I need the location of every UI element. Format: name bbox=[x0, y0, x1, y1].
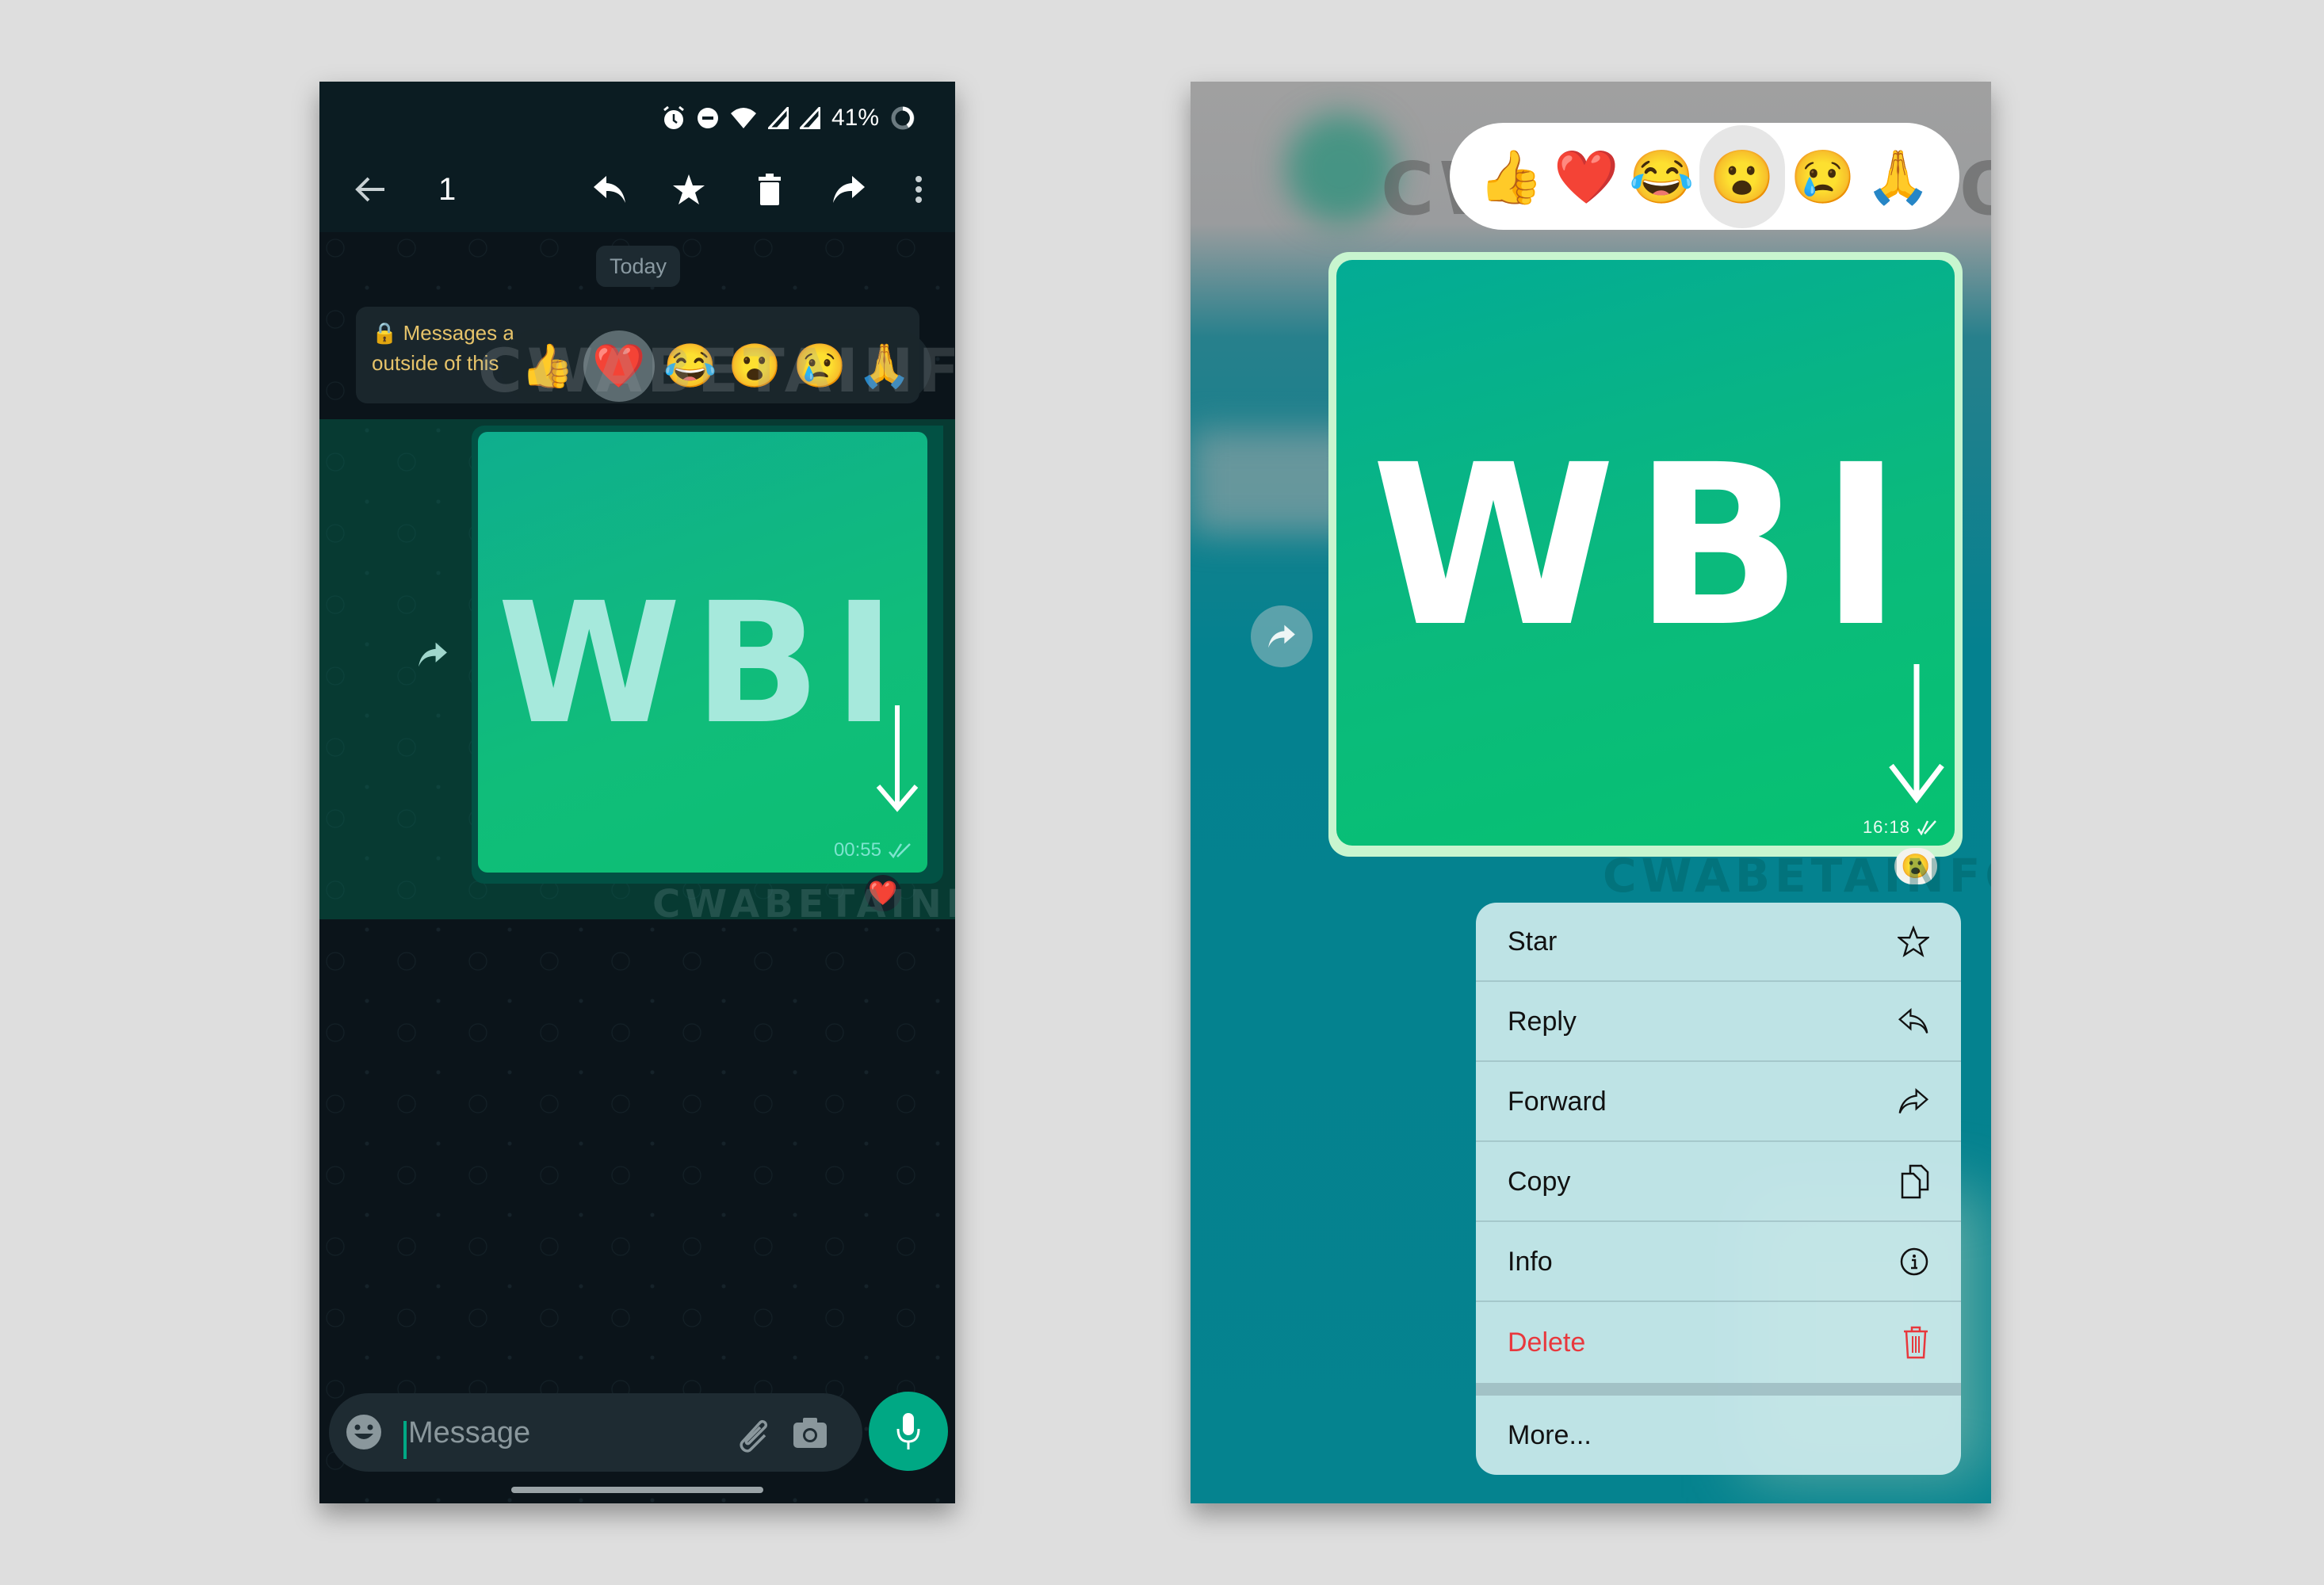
image-logo-text: WBI bbox=[1370, 418, 1921, 676]
reaction-laughing[interactable]: 😂 bbox=[1624, 139, 1699, 215]
image-message-bubble[interactable]: WBI 16:18 bbox=[1328, 252, 1963, 857]
status-bar: 41% bbox=[662, 102, 915, 134]
more-vertical-icon bbox=[915, 176, 922, 203]
menu-item-label: Reply bbox=[1508, 1006, 1577, 1037]
menu-item-label: More... bbox=[1508, 1419, 1592, 1450]
encryption-line-2: outside of this bbox=[372, 351, 499, 375]
do-not-disturb-icon bbox=[697, 108, 718, 128]
wifi-icon bbox=[730, 108, 756, 128]
menu-item-reply[interactable]: Reply bbox=[1476, 983, 1961, 1062]
message-time: 16:18 bbox=[1862, 817, 1910, 837]
star-button[interactable] bbox=[667, 167, 711, 212]
star-outline-icon bbox=[1898, 926, 1929, 957]
message-context-menu: Star Reply Forward Copy Info Delete More… bbox=[1476, 903, 1961, 1475]
reaction-pray[interactable]: 🙏 bbox=[1860, 139, 1936, 215]
arrow-left-icon bbox=[355, 177, 384, 202]
reaction-sad[interactable]: 😢 bbox=[790, 337, 849, 395]
trash-icon bbox=[1904, 1326, 1928, 1359]
forward-button[interactable] bbox=[827, 167, 871, 212]
menu-item-label: Forward bbox=[1508, 1086, 1607, 1117]
date-pill: Today bbox=[596, 246, 680, 287]
double-check-icon bbox=[889, 843, 911, 858]
menu-item-label: Delete bbox=[1508, 1327, 1586, 1358]
camera-icon[interactable] bbox=[791, 1413, 829, 1451]
reaction-thumbs-up[interactable]: 👍 bbox=[518, 337, 577, 395]
message-image[interactable]: WBI 00:55 bbox=[478, 432, 927, 873]
image-message-bubble[interactable]: WBI 00:55 bbox=[472, 426, 943, 884]
reply-button[interactable] bbox=[587, 167, 632, 212]
voice-record-button[interactable] bbox=[869, 1392, 948, 1471]
reaction-sad[interactable]: 😢 bbox=[1785, 139, 1860, 215]
reaction-heart[interactable]: ❤️ bbox=[1549, 139, 1624, 215]
emoji-icon bbox=[346, 1415, 381, 1449]
menu-separator bbox=[1476, 1383, 1961, 1396]
reaction-laughing[interactable]: 😂 bbox=[661, 337, 720, 395]
forward-icon bbox=[1898, 1087, 1929, 1114]
watermark: CWABETAINFO bbox=[652, 882, 955, 926]
menu-item-label: Info bbox=[1508, 1246, 1553, 1277]
annotation-arrow-icon bbox=[1889, 664, 1944, 804]
delete-icon bbox=[759, 174, 781, 205]
message-image[interactable]: WBI 16:18 bbox=[1336, 260, 1955, 846]
reply-icon bbox=[594, 176, 625, 203]
info-icon bbox=[1900, 1247, 1928, 1276]
reaction-picker: 👍 ❤️ 😂 😮 😢 🙏 bbox=[501, 329, 931, 403]
home-indicator[interactable] bbox=[511, 1487, 763, 1493]
menu-item-info[interactable]: Info bbox=[1476, 1223, 1961, 1302]
copy-icon bbox=[1901, 1164, 1929, 1199]
encryption-line-1: Messages a bbox=[403, 321, 514, 345]
text-cursor bbox=[403, 1421, 407, 1459]
message-composer[interactable]: Message bbox=[329, 1393, 862, 1472]
reaction-surprised[interactable]: 😮 bbox=[725, 337, 784, 395]
message-meta: 16:18 bbox=[1863, 817, 1937, 838]
forward-icon bbox=[1268, 624, 1295, 648]
menu-item-label: Star bbox=[1508, 926, 1558, 957]
lock-icon: 🔒 bbox=[372, 321, 398, 345]
reaction-thumbs-up[interactable]: 👍 bbox=[1474, 139, 1549, 215]
forward-shortcut-button[interactable] bbox=[1251, 605, 1313, 667]
forward-shortcut-button[interactable] bbox=[415, 636, 451, 673]
reply-icon bbox=[1898, 1007, 1928, 1034]
message-meta: 00:55 bbox=[834, 839, 912, 861]
reaction-surprised-selected[interactable]: 😮 bbox=[1699, 124, 1786, 228]
reaction-heart-selected[interactable]: ❤️ bbox=[583, 330, 655, 402]
watermark: CWABETAINFO bbox=[1603, 849, 1991, 903]
forward-icon bbox=[419, 642, 447, 667]
battery-ring-icon bbox=[891, 106, 915, 130]
message-input[interactable]: Message bbox=[408, 1416, 530, 1450]
message-time: 00:55 bbox=[833, 839, 881, 861]
battery-percent: 41% bbox=[831, 105, 879, 131]
microphone-icon bbox=[896, 1413, 920, 1449]
alarm-icon bbox=[663, 105, 684, 129]
signal-icon bbox=[799, 107, 820, 129]
selection-toolbar: 1 bbox=[319, 145, 955, 232]
back-button[interactable] bbox=[348, 167, 392, 212]
forward-icon bbox=[833, 176, 865, 203]
more-options-button[interactable] bbox=[896, 167, 941, 212]
menu-item-copy[interactable]: Copy bbox=[1476, 1143, 1961, 1222]
image-logo-text: WBI bbox=[497, 567, 908, 761]
menu-item-forward[interactable]: Forward bbox=[1476, 1063, 1961, 1142]
ios-screen: CWABETAINFO 👍 ❤️ 😂 😮 😢 🙏 WBI 16:18 😮 CWA… bbox=[1191, 82, 1991, 1503]
menu-item-more[interactable]: More... bbox=[1476, 1396, 1961, 1475]
double-check-icon bbox=[1917, 820, 1936, 835]
selected-count: 1 bbox=[438, 172, 457, 207]
menu-item-label: Copy bbox=[1508, 1166, 1571, 1197]
reaction-pray[interactable]: 🙏 bbox=[855, 337, 914, 395]
star-icon bbox=[673, 174, 705, 204]
menu-item-delete[interactable]: Delete bbox=[1476, 1303, 1961, 1382]
attach-icon[interactable] bbox=[733, 1413, 773, 1453]
annotation-arrow-icon bbox=[876, 705, 919, 812]
menu-item-star[interactable]: Star bbox=[1476, 903, 1961, 982]
reaction-picker: 👍 ❤️ 😂 😮 😢 🙏 bbox=[1450, 123, 1959, 230]
signal-icon bbox=[767, 107, 789, 129]
delete-button[interactable] bbox=[747, 167, 792, 212]
android-screen: 41% 1 Today 🔒 Messages a outside of this bbox=[319, 82, 955, 1503]
blurred-background bbox=[1286, 113, 1397, 224]
